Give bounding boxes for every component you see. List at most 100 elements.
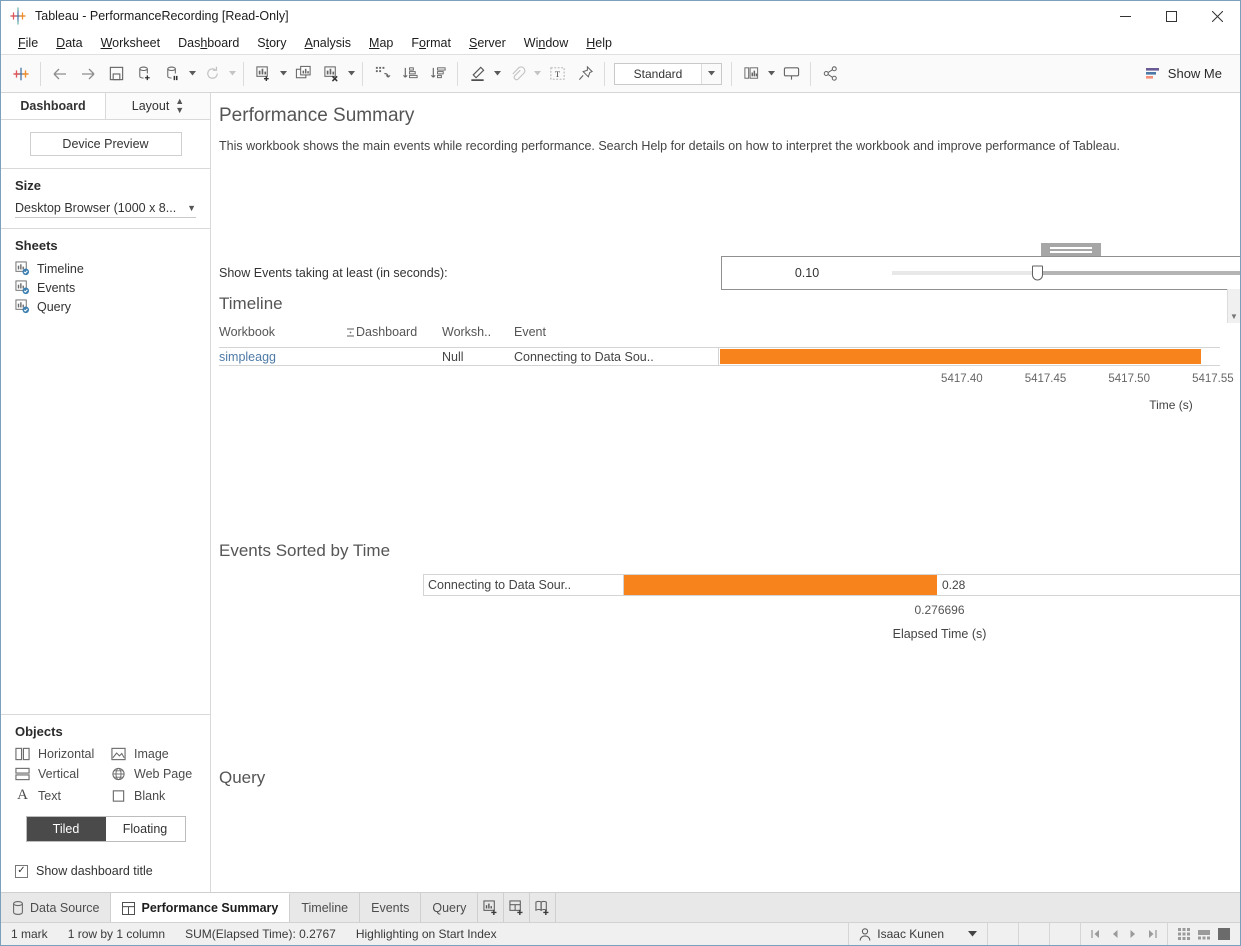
pause-auto-updates-icon[interactable] xyxy=(158,60,186,88)
refresh-data-source-icon[interactable] xyxy=(198,60,226,88)
clear-sheet-icon[interactable] xyxy=(317,60,345,88)
attachment-icon[interactable] xyxy=(503,60,531,88)
sheet-label: Events xyxy=(37,280,76,295)
table-row[interactable]: simpleagg Null Connecting to Data Sou.. xyxy=(219,347,1220,366)
fix-axes-pin-icon[interactable] xyxy=(571,60,599,88)
swap-rows-columns-icon[interactable] xyxy=(368,60,396,88)
menu-help[interactable]: Help xyxy=(577,34,621,52)
tab-timeline[interactable]: Timeline xyxy=(290,893,361,922)
tab-layout[interactable]: Layout ▲ ▼ xyxy=(105,93,210,119)
clear-sheet-chevron-down-icon[interactable] xyxy=(345,60,357,88)
user-icon xyxy=(859,927,871,941)
menu-worksheet[interactable]: Worksheet xyxy=(92,34,170,52)
tiled-button[interactable]: Tiled xyxy=(26,817,106,841)
status-user[interactable]: Isaac Kunen xyxy=(849,923,987,945)
tab-performance-summary[interactable]: Performance Summary xyxy=(111,893,291,922)
object-label: Web Page xyxy=(134,767,193,781)
back-arrow-icon[interactable] xyxy=(46,60,74,88)
forward-arrow-icon[interactable] xyxy=(74,60,102,88)
object-vertical[interactable]: Vertical xyxy=(15,767,111,781)
menu-data[interactable]: Data xyxy=(47,34,91,52)
sort-icon[interactable] xyxy=(344,325,356,339)
size-dropdown[interactable]: Desktop Browser (1000 x 8... ▼ xyxy=(15,201,196,218)
menu-format[interactable]: Format xyxy=(402,34,460,52)
tab-dashboard[interactable]: Dashboard xyxy=(1,93,105,119)
events-bar[interactable] xyxy=(624,575,937,595)
sheet-item-events[interactable]: Events xyxy=(15,280,196,295)
floating-button[interactable]: Floating xyxy=(105,817,185,841)
tableau-home-icon[interactable] xyxy=(7,60,35,88)
menu-file[interactable]: File xyxy=(9,34,47,52)
new-dashboard-tab-icon[interactable] xyxy=(504,893,531,922)
drag-grip-icon[interactable] xyxy=(1041,243,1101,256)
next-page-icon[interactable] xyxy=(1129,929,1137,939)
menu-dashboard[interactable]: Dashboard xyxy=(169,34,248,52)
highlight-chevron-down-icon[interactable] xyxy=(491,60,503,88)
duplicate-sheet-icon[interactable] xyxy=(289,60,317,88)
save-icon[interactable] xyxy=(102,60,130,88)
tab-query[interactable]: Query xyxy=(421,893,479,922)
filmstrip-view-icon[interactable] xyxy=(1198,928,1210,940)
previous-page-icon[interactable] xyxy=(1111,929,1119,939)
menu-server[interactable]: Server xyxy=(460,34,515,52)
slider-handle[interactable] xyxy=(1032,265,1043,281)
column-header-dashboard[interactable]: Dashboard xyxy=(356,325,442,339)
object-web-page[interactable]: Web Page xyxy=(111,767,196,781)
fit-select-chevron-down-icon[interactable] xyxy=(701,63,721,84)
single-view-icon[interactable] xyxy=(1218,928,1230,940)
tab-data-source[interactable]: Data Source xyxy=(1,893,112,922)
chevron-down-icon[interactable] xyxy=(950,931,977,937)
menu-map[interactable]: Map xyxy=(360,34,402,52)
new-data-source-icon[interactable] xyxy=(130,60,158,88)
attachment-chevron-down-icon[interactable] xyxy=(531,60,543,88)
share-icon[interactable] xyxy=(816,60,844,88)
left-panel: Dashboard Layout ▲ ▼ Device Preview Size … xyxy=(1,93,211,892)
new-worksheet-tab-icon[interactable] xyxy=(478,893,505,922)
minimize-button[interactable] xyxy=(1102,1,1148,31)
fit-select[interactable]: Standard xyxy=(614,62,722,85)
left-panel-tabs: Dashboard Layout ▲ ▼ xyxy=(1,93,210,120)
presentation-mode-icon[interactable] xyxy=(777,60,805,88)
text-box-icon[interactable]: T xyxy=(543,60,571,88)
close-button[interactable] xyxy=(1194,1,1240,31)
sort-descending-icon[interactable] xyxy=(424,60,452,88)
cell-workbook[interactable]: simpleagg xyxy=(219,348,356,365)
show-hide-cards-icon[interactable] xyxy=(737,60,765,88)
menu-window[interactable]: Window xyxy=(515,34,577,52)
new-worksheet-chevron-down-icon[interactable] xyxy=(277,60,289,88)
object-horizontal[interactable]: Horizontal xyxy=(15,747,111,761)
first-page-icon[interactable] xyxy=(1091,929,1101,939)
timeline-bar[interactable] xyxy=(720,349,1201,364)
column-header-workbook[interactable]: Workbook xyxy=(219,325,344,339)
scroll-down-icon[interactable]: ▼ xyxy=(1230,312,1238,323)
new-worksheet-icon[interactable] xyxy=(249,60,277,88)
highlight-icon[interactable] xyxy=(463,60,491,88)
object-blank[interactable]: Blank xyxy=(111,787,196,804)
show-dashboard-title-checkbox[interactable]: ✓ xyxy=(15,864,28,878)
tab-events[interactable]: Events xyxy=(360,893,422,922)
device-preview-button[interactable]: Device Preview xyxy=(29,132,182,156)
object-image[interactable]: Image xyxy=(111,747,196,761)
slider-track-wrap[interactable] xyxy=(892,257,1240,289)
new-story-tab-icon[interactable] xyxy=(530,893,557,922)
sheet-item-query[interactable]: Query xyxy=(15,299,196,314)
object-text[interactable]: A Text xyxy=(15,787,111,804)
sort-ascending-icon[interactable] xyxy=(396,60,424,88)
show-hide-cards-chevron-down-icon[interactable] xyxy=(765,60,777,88)
events-threshold-slider[interactable]: 0.10 0.28 xyxy=(721,256,1240,290)
column-header-event[interactable]: Event xyxy=(514,325,714,339)
show-dashboard-title-row[interactable]: ✓ Show dashboard title xyxy=(1,864,210,892)
sheet-item-timeline[interactable]: Timeline xyxy=(15,261,196,276)
last-page-icon[interactable] xyxy=(1147,929,1157,939)
grid-view-icon[interactable] xyxy=(1178,928,1190,940)
menu-story[interactable]: Story xyxy=(248,34,295,52)
timeline-scrollbar[interactable]: ▼ xyxy=(1227,289,1240,323)
menu-analysis[interactable]: Analysis xyxy=(295,34,360,52)
maximize-button[interactable] xyxy=(1148,1,1194,31)
pause-updates-chevron-down-icon[interactable] xyxy=(186,60,198,88)
refresh-chevron-down-icon[interactable] xyxy=(226,60,238,88)
column-header-worksheet[interactable]: Worksh.. xyxy=(442,325,514,339)
show-me-button[interactable]: Show Me xyxy=(1140,62,1228,85)
size-chevron-down-icon[interactable]: ▼ xyxy=(183,203,196,213)
status-user-name: Isaac Kunen xyxy=(877,927,944,941)
